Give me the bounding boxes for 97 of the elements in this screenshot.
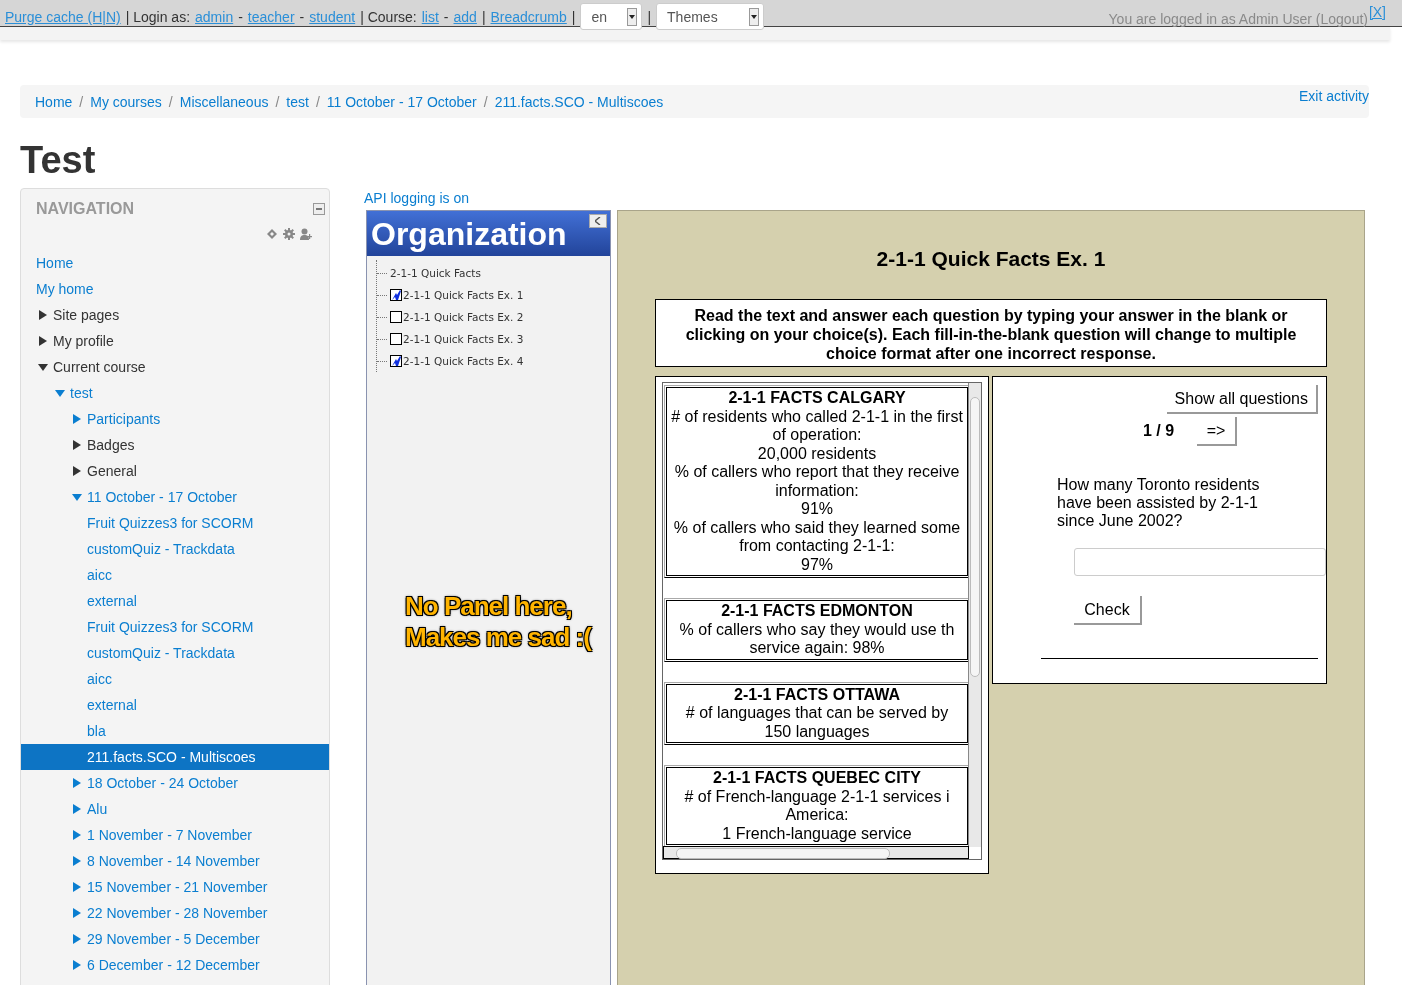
breadcrumb-separator: / bbox=[79, 93, 84, 110]
nav-item[interactable]: My profile bbox=[53, 333, 114, 349]
fact-title: 2-1-1 FACTS QUEBEC CITY bbox=[712, 769, 922, 788]
nav-link[interactable]: Fruit Quizzes3 for SCORM bbox=[87, 619, 254, 635]
breadcrumb-item[interactable]: Home bbox=[35, 93, 73, 110]
nav-link[interactable]: aicc bbox=[87, 567, 112, 583]
api-status-link[interactable]: API logging is on bbox=[364, 188, 1365, 210]
nav-link[interactable]: external bbox=[87, 697, 137, 713]
toc-link[interactable]: 2-1-1 Quick Facts Ex. 3 bbox=[403, 333, 524, 345]
fact-text: of operation: bbox=[771, 426, 863, 445]
fact-text: % of callers who say they would use th bbox=[678, 620, 956, 639]
separator-text: | bbox=[571, 9, 576, 25]
breadcrumb-separator: / bbox=[168, 93, 173, 110]
show-all-button[interactable]: Show all questions bbox=[1166, 385, 1318, 414]
toc-link[interactable]: 2-1-1 Quick Facts Ex. 1 bbox=[403, 289, 524, 301]
next-button[interactable]: => bbox=[1197, 417, 1237, 446]
dropdown[interactable]: en bbox=[580, 3, 643, 30]
nav-link[interactable]: 211.facts.SCO - Multiscoes bbox=[87, 749, 256, 765]
nav-link[interactable]: customQuiz - Trackdata bbox=[87, 541, 235, 557]
login-info: You are logged in as Admin User (Logout) bbox=[1108, 11, 1368, 27]
breadcrumb-item[interactable]: 211.facts.SCO - Multiscoes bbox=[494, 93, 664, 110]
exit-activity-link[interactable]: Exit activity bbox=[1299, 88, 1369, 104]
fact-text: 97% bbox=[800, 555, 834, 574]
top-link[interactable]: list bbox=[421, 9, 439, 25]
overlay-caption: No Panel here, bbox=[405, 591, 573, 622]
separator-text: | Login as: bbox=[125, 9, 191, 25]
fact-text: # of residents who called 2-1-1 in the first bbox=[670, 407, 964, 426]
close-link[interactable]: [X] bbox=[1368, 4, 1386, 20]
breadcrumb-separator: / bbox=[275, 93, 280, 110]
breadcrumb-item[interactable]: Miscellaneous bbox=[179, 93, 269, 110]
nav-link[interactable]: 1 November - 7 November bbox=[87, 827, 252, 843]
separator-text: | bbox=[647, 9, 652, 25]
overlay-caption: Makes me sad :( bbox=[405, 622, 591, 653]
top-link[interactable]: Breadcrumb bbox=[490, 9, 567, 25]
nav-link[interactable]: Alu bbox=[87, 801, 108, 817]
check-button[interactable]: Check bbox=[1074, 596, 1142, 625]
nav-link[interactable]: aicc bbox=[87, 671, 112, 687]
separator-text: - bbox=[299, 9, 305, 25]
question-text: How many Toronto residents have been assisted by 2-1-1 since June 2002? bbox=[1057, 476, 1261, 530]
toc-link[interactable]: 2-1-1 Quick Facts Ex. 4 bbox=[403, 355, 524, 367]
fact-title: 2-1-1 FACTS CALGARY bbox=[727, 389, 907, 408]
top-link[interactable]: teacher bbox=[247, 9, 295, 25]
breadcrumb-item[interactable]: 11 October - 17 October bbox=[326, 93, 477, 110]
nav-link[interactable]: 29 November - 5 December bbox=[87, 931, 260, 947]
fact-text: 150 languages bbox=[763, 722, 871, 741]
nav-link[interactable]: customQuiz - Trackdata bbox=[87, 645, 235, 661]
top-link[interactable]: student bbox=[309, 9, 356, 25]
nav-link[interactable]: My home bbox=[36, 281, 94, 297]
breadcrumb-item[interactable]: test bbox=[286, 93, 309, 110]
separator-text: - bbox=[443, 9, 449, 25]
nav-link[interactable]: 6 December - 12 December bbox=[87, 957, 260, 973]
nav-item[interactable]: General bbox=[87, 463, 137, 479]
separator-text: | Course: bbox=[360, 9, 417, 25]
block-title: NAVIGATION bbox=[36, 200, 135, 218]
fact-text: 91% bbox=[800, 500, 834, 519]
top-link[interactable]: add bbox=[453, 9, 477, 25]
nav-item[interactable]: Badges bbox=[87, 437, 135, 453]
fact-text: information: bbox=[774, 481, 860, 500]
toc-link[interactable]: 2-1-1 Quick Facts Ex. 2 bbox=[403, 311, 524, 323]
separator-text: - bbox=[238, 9, 243, 25]
nav-link[interactable]: external bbox=[87, 593, 137, 609]
nav-link[interactable]: Participants bbox=[87, 411, 161, 427]
breadcrumb-separator: / bbox=[483, 93, 488, 110]
nav-item[interactable]: Site pages bbox=[53, 307, 120, 323]
nav-link[interactable]: Home bbox=[36, 255, 74, 271]
fact-text: 1 French-language service bbox=[721, 824, 913, 843]
fact-text: service again: 98% bbox=[748, 639, 886, 658]
exercise-title: 2-1-1 Quick Facts Ex. 1 bbox=[875, 246, 1107, 272]
nav-link[interactable]: bla bbox=[87, 723, 106, 739]
question-counter: 1 / 9 bbox=[1143, 422, 1175, 440]
page-title: Test bbox=[20, 138, 97, 183]
separator-text: | bbox=[481, 9, 486, 25]
nav-link[interactable]: test bbox=[70, 385, 93, 401]
nav-link[interactable]: 22 November - 28 November bbox=[87, 905, 268, 921]
dropdown[interactable]: Themes bbox=[656, 3, 765, 30]
fact-text: % of callers who said they learned some bbox=[672, 518, 962, 537]
instructions-text: Read the text and answer each question by typing your answer in the blank or clicking on your choice(s). Each fill-in-the-blank question will change to multiple choice format after one incorrect response. bbox=[655, 299, 1327, 367]
fact-text: # of languages that can be served by bbox=[684, 704, 950, 723]
fact-title: 2-1-1 FACTS EDMONTON bbox=[720, 602, 914, 621]
breadcrumb-item[interactable]: My courses bbox=[90, 93, 162, 110]
nav-link[interactable]: 8 November - 14 November bbox=[87, 853, 260, 869]
nav-link[interactable]: 11 October - 17 October bbox=[87, 489, 237, 505]
toc-link[interactable]: 2-1-1 Quick Facts bbox=[390, 267, 481, 279]
nav-link[interactable]: 15 November - 21 November bbox=[87, 879, 268, 895]
top-link[interactable]: Purge cache (H|N) bbox=[5, 9, 121, 25]
fact-text: # of French-language 2-1-1 services i bbox=[683, 787, 951, 806]
nav-link[interactable]: 18 October - 24 October bbox=[87, 775, 238, 791]
breadcrumb-separator: / bbox=[315, 93, 320, 110]
fact-title: 2-1-1 FACTS OTTAWA bbox=[733, 685, 901, 704]
fact-text: 20,000 residents bbox=[756, 444, 878, 463]
fact-text: America: bbox=[784, 806, 850, 825]
panel-title: Organization bbox=[371, 216, 567, 252]
nav-item[interactable]: Current course bbox=[53, 359, 146, 375]
top-link[interactable]: admin bbox=[195, 9, 234, 25]
nav-link[interactable]: Fruit Quizzes3 for SCORM bbox=[87, 515, 254, 531]
fact-text: from contacting 2-1-1: bbox=[738, 537, 896, 556]
fact-text: % of callers who report that they receive bbox=[673, 463, 961, 482]
